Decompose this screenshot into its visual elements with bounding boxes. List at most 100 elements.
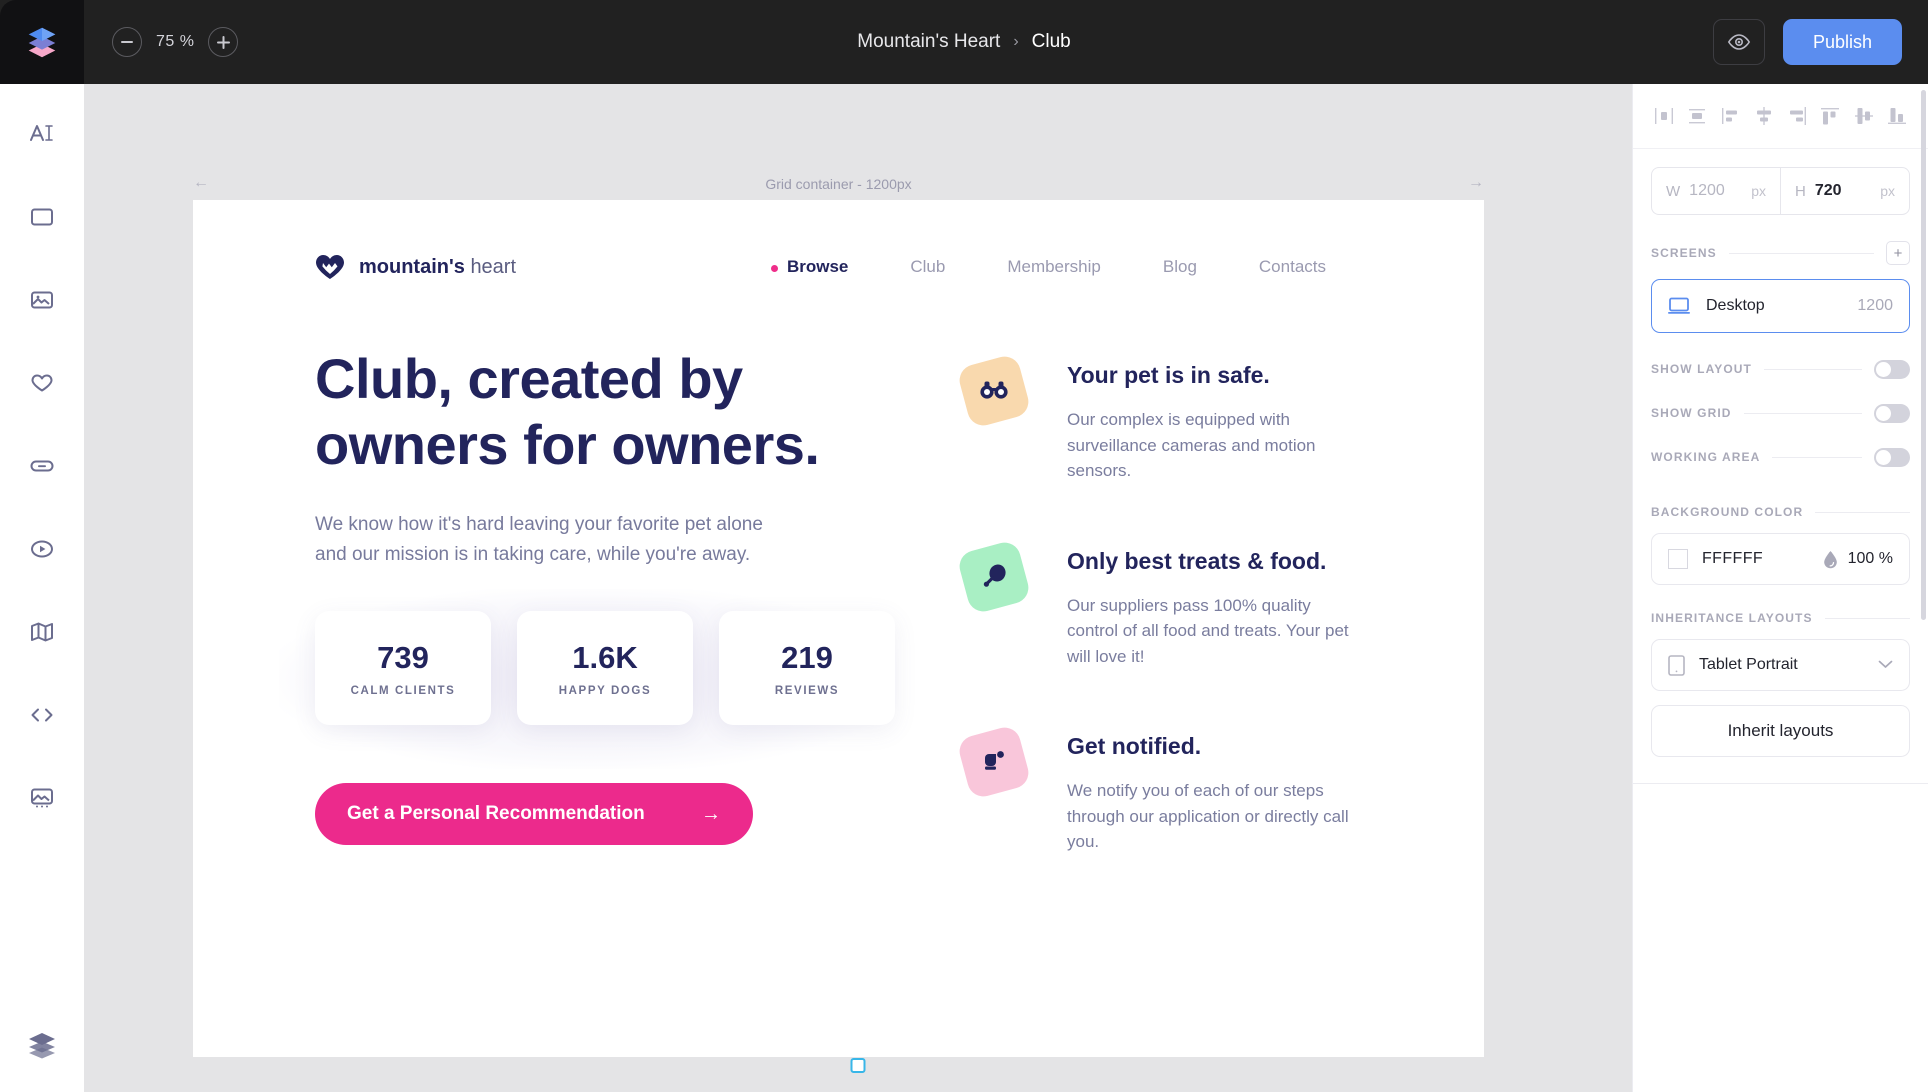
align-center-horizontal-icon (1689, 109, 1706, 124)
align-edge-right-icon (1790, 107, 1807, 125)
opacity-value[interactable]: 100 % (1848, 550, 1893, 568)
inheritance-layout-select[interactable]: Tablet Portrait (1651, 639, 1910, 691)
feature-badge (956, 538, 1032, 615)
toggle-show-layout[interactable] (1874, 359, 1910, 379)
screen-width: 1200 (1857, 297, 1893, 314)
feature-text: Get notified. We notify you of each of o… (1067, 727, 1362, 855)
toggle-knob (1876, 361, 1891, 377)
toggle-show-grid[interactable] (1874, 403, 1910, 423)
screen-item-desktop[interactable]: Desktop 1200 (1651, 279, 1910, 333)
nav-link-blog[interactable]: Blog (1163, 257, 1197, 277)
section-rule (1743, 412, 1862, 414)
stats-row: 739 CALM CLIENTS 1.6K HAPPY DOGS 219 REV… (279, 589, 925, 770)
feature-title: Only best treats & food. (1067, 547, 1327, 574)
nav-link-browse[interactable]: Browse (770, 257, 848, 277)
page-preview[interactable]: mountain's heart Browse Club Membership … (193, 200, 1484, 1057)
nav-link-club[interactable]: Club (910, 257, 945, 277)
align-middle-vertical-button[interactable] (1851, 104, 1877, 128)
screens-section-header: SCREENS + (1633, 215, 1928, 265)
plus-icon (216, 35, 230, 49)
color-hex-value[interactable]: FFFFFF (1702, 550, 1763, 568)
height-field[interactable]: H 720 px (1780, 167, 1910, 215)
panel-scrollbar[interactable] (1921, 90, 1926, 620)
zoom-out-button[interactable] (112, 27, 142, 57)
sidebar-item-button[interactable] (16, 440, 68, 492)
video-tool-icon (31, 540, 53, 558)
breadcrumb-page[interactable]: Club (1032, 31, 1071, 53)
align-top-button[interactable] (1817, 104, 1843, 128)
properties-panel-content: W 1200 px H 720 px SCREENS + Desktop 120… (1633, 84, 1928, 1092)
hero-section: Club, created by owners for owners. We k… (193, 280, 1484, 913)
toggle-working-area[interactable] (1874, 447, 1910, 467)
screens-section-title: SCREENS (1651, 246, 1717, 260)
align-bottom-button[interactable] (1884, 104, 1910, 128)
button-tool-icon (30, 460, 54, 472)
width-unit: px (1751, 183, 1766, 199)
height-key-label: H (1795, 182, 1806, 200)
grid-container-ruler: ← Grid container - 1200px → (193, 168, 1484, 200)
toggle-label-show-grid: SHOW GRID (1651, 406, 1732, 420)
site-logo[interactable]: mountain's heart (315, 254, 516, 280)
feature-badge (956, 353, 1032, 429)
sidebar-item-gallery[interactable] (16, 772, 68, 824)
preview-button[interactable] (1712, 19, 1765, 65)
color-swatch[interactable] (1668, 549, 1688, 569)
width-field[interactable]: W 1200 px (1651, 167, 1780, 215)
add-screen-button[interactable]: + (1886, 241, 1910, 265)
section-rule (1764, 368, 1862, 370)
sidebar-item-video[interactable] (16, 523, 68, 575)
feature-description: We notify you of each of our steps throu… (1067, 781, 1349, 851)
sidebar-item-text[interactable] (16, 108, 68, 160)
stat-label: HAPPY DOGS (558, 684, 652, 697)
width-key-label: W (1666, 182, 1681, 200)
panel-divider (1633, 783, 1928, 784)
canvas[interactable]: ← Grid container - 1200px → mountain's h… (84, 84, 1632, 1092)
inherit-layouts-button[interactable]: Inherit layouts (1651, 705, 1910, 757)
breadcrumb: Mountain's Heart › Club (857, 31, 1070, 53)
feature-best-treats: Only best treats & food. Our suppliers p… (956, 538, 1362, 670)
publish-button[interactable]: Publish (1782, 19, 1902, 65)
logo-text-light: heart (470, 255, 517, 278)
layers-icon (29, 1033, 55, 1059)
zoom-in-button[interactable] (208, 27, 239, 57)
drumstick-icon (983, 563, 1006, 587)
stat-label: REVIEWS (774, 684, 840, 697)
app-logo[interactable] (0, 0, 84, 84)
align-right-button[interactable] (1718, 104, 1744, 128)
top-bar: 75 % Mountain's Heart › Club Publish (0, 0, 1928, 84)
section-rule (1824, 617, 1910, 619)
align-left-button[interactable] (1651, 104, 1677, 128)
layers-logo-icon (28, 27, 56, 58)
hero-heading-line1: Club, created by (315, 347, 743, 410)
sidebar-item-image[interactable] (16, 274, 68, 326)
nav-link-membership[interactable]: Membership (1007, 257, 1101, 277)
heart-mountain-logo-icon (316, 255, 344, 279)
sidebar-item-map[interactable] (16, 606, 68, 658)
minus-icon (121, 41, 133, 43)
distribute-horizontal-button[interactable] (1751, 104, 1777, 128)
section-rule (1772, 456, 1862, 458)
sidebar-item-shape[interactable] (16, 357, 68, 409)
nav-link-contacts[interactable]: Contacts (1259, 257, 1326, 277)
eye-icon (1727, 34, 1751, 50)
sidebar-item-block[interactable] (16, 191, 68, 243)
align-center-horizontal-button[interactable] (1684, 104, 1710, 128)
feature-title: Get notified. (1067, 733, 1202, 759)
align-edge-right-button[interactable] (1784, 104, 1810, 128)
canvas-resize-handle[interactable] (850, 1058, 866, 1073)
properties-panel: W 1200 px H 720 px SCREENS + Desktop 120… (1632, 84, 1928, 1092)
site-logo-text: mountain's heart (359, 256, 516, 279)
layers-panel-button[interactable] (0, 1028, 84, 1060)
sidebar-item-code[interactable] (16, 689, 68, 741)
cta-button[interactable]: Get a Personal Recommendation → (315, 783, 753, 846)
gallery-tool-icon (31, 788, 53, 808)
hero-left-column: Club, created by owners for owners. We k… (279, 346, 925, 913)
site-nav-links: Browse Club Membership Blog Contacts (770, 257, 1362, 277)
logo-text-bold: mountain's (359, 255, 465, 278)
breadcrumb-project[interactable]: Mountain's Heart (857, 31, 1000, 53)
stat-card-happy-dogs: 1.6K HAPPY DOGS (517, 611, 693, 726)
inheritance-layout-value: Tablet Portrait (1699, 656, 1798, 673)
grid-container-label: Grid container - 1200px (765, 176, 912, 192)
align-right-icon (1721, 108, 1737, 124)
ruler-arrow-left-icon: ← (193, 174, 209, 191)
